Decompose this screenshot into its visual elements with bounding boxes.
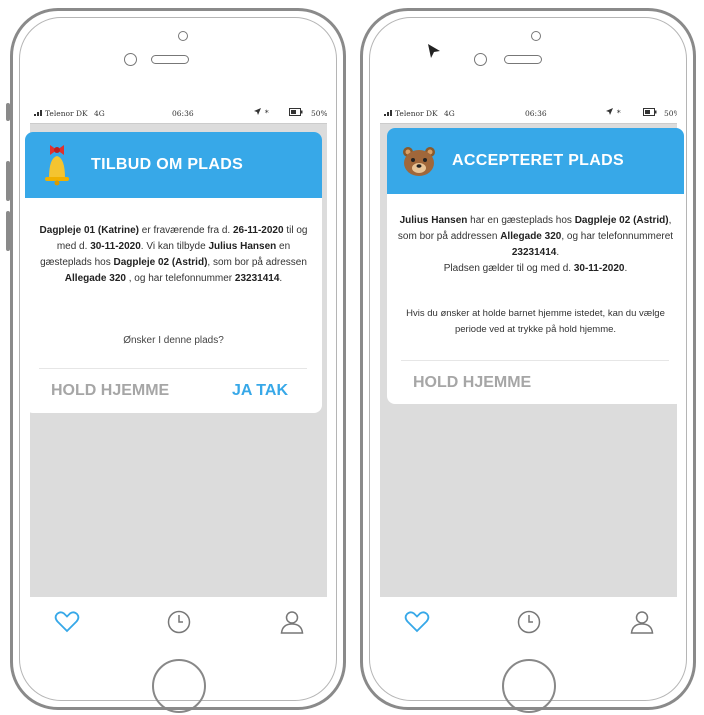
hold-home-button[interactable]: HOLD HJEMME bbox=[51, 382, 169, 400]
phone-right: Telenor DK 4G 06:36 ∗ 50% bbox=[360, 8, 696, 713]
carrier-label: Telenor DK bbox=[45, 109, 88, 118]
bell-icon bbox=[42, 144, 72, 191]
divider bbox=[39, 368, 307, 369]
message-text: , og har telefonnummer bbox=[125, 273, 235, 284]
accept-button[interactable]: JA TAK bbox=[232, 382, 288, 400]
card-title: ACCEPTERET PLADS bbox=[452, 152, 624, 169]
bear-icon bbox=[401, 145, 437, 182]
card-header: TILBUD OM PLADS bbox=[25, 132, 322, 198]
child-name: Julius Hansen bbox=[208, 241, 277, 252]
message-text: , og har telefonnummeret bbox=[561, 231, 674, 242]
hold-home-note: Hvis du ønsker at holde barnet hjemme is… bbox=[406, 308, 665, 335]
network-label: 4G bbox=[94, 109, 105, 118]
divider bbox=[401, 360, 669, 361]
child-name: Julius Hansen bbox=[399, 215, 468, 226]
bluetooth-icon: ∗ bbox=[264, 107, 270, 116]
phone-left: Telenor DK 4G 06:36 ∗ 50% TILBUD OM PLAD… bbox=[6, 8, 346, 713]
phone-number: 23231414 bbox=[511, 247, 557, 258]
offer-question: Ønsker I denne plads? bbox=[123, 335, 224, 346]
message-text: har en gæsteplads hos bbox=[467, 215, 575, 226]
location-icon bbox=[605, 107, 614, 118]
user-icon[interactable] bbox=[629, 609, 655, 635]
message-text: Pladsen gælder til og med d. bbox=[443, 263, 574, 274]
signal-icon bbox=[384, 109, 394, 118]
guest-daycare: Dagpleje 02 (Astrid) bbox=[113, 257, 208, 268]
location-icon bbox=[253, 107, 262, 118]
network-label: 4G bbox=[444, 109, 455, 118]
status-bar: Telenor DK 4G 06:36 ∗ 50% bbox=[30, 102, 327, 124]
bluetooth-icon: ∗ bbox=[616, 107, 622, 116]
message-text: . bbox=[556, 247, 560, 258]
earpiece-speaker bbox=[151, 55, 189, 64]
side-button bbox=[6, 161, 10, 201]
battery-icon bbox=[643, 108, 657, 118]
clock-time: 06:36 bbox=[525, 109, 547, 118]
card-title: TILBUD OM PLADS bbox=[91, 156, 244, 173]
side-button bbox=[6, 211, 10, 251]
home-button[interactable] bbox=[152, 659, 206, 713]
message-text: . bbox=[624, 263, 628, 274]
clock-icon[interactable] bbox=[516, 609, 542, 635]
card-header: ACCEPTERET PLADS bbox=[387, 128, 684, 194]
front-camera bbox=[474, 53, 487, 66]
front-sensor bbox=[178, 31, 188, 41]
heart-icon[interactable] bbox=[404, 609, 430, 635]
tab-bar bbox=[380, 597, 677, 651]
battery-percent: 50% bbox=[664, 109, 677, 118]
accepted-message: Julius Hansen har en gæsteplads hos Dagp… bbox=[387, 213, 684, 277]
clock-time: 06:36 bbox=[172, 109, 194, 118]
end-date: 30-11-2020 bbox=[90, 241, 141, 252]
battery-percent: 50% bbox=[311, 109, 327, 118]
offer-message: Dagpleje 01 (Katrine) er fraværende fra … bbox=[25, 223, 322, 287]
message-text: , som bor på adressen bbox=[207, 257, 307, 268]
hold-home-button[interactable]: HOLD HJEMME bbox=[413, 374, 531, 392]
accepted-card: ACCEPTERET PLADS Julius Hansen har en gæ… bbox=[387, 128, 684, 404]
message-text: . bbox=[279, 273, 283, 284]
status-bar: Telenor DK 4G 06:36 ∗ 50% bbox=[380, 102, 677, 124]
start-date: 26-11-2020 bbox=[232, 225, 284, 236]
end-date: 30-11-2020 bbox=[573, 263, 625, 274]
guest-daycare: Dagpleje 02 (Astrid) bbox=[574, 215, 669, 226]
carrier-label: Telenor DK bbox=[395, 109, 438, 118]
offer-card: TILBUD OM PLADS Dagpleje 01 (Katrine) er… bbox=[25, 132, 322, 413]
heart-icon[interactable] bbox=[54, 609, 80, 635]
clock-icon[interactable] bbox=[166, 609, 192, 635]
battery-icon bbox=[289, 108, 303, 118]
current-daycare: Dagpleje 01 (Katrine) bbox=[39, 225, 140, 236]
earpiece-speaker bbox=[504, 55, 542, 64]
home-button[interactable] bbox=[502, 659, 556, 713]
message-text: . Vi kan tilbyde bbox=[140, 241, 209, 252]
signal-icon bbox=[34, 109, 44, 118]
address: Allegade 320 bbox=[500, 231, 562, 242]
cursor-icon bbox=[427, 43, 441, 64]
front-sensor bbox=[531, 31, 541, 41]
tab-bar bbox=[30, 597, 327, 651]
phone-number: 23231414 bbox=[234, 273, 280, 284]
side-button bbox=[6, 103, 10, 121]
address: Allegade 320 bbox=[64, 273, 126, 284]
message-text: er fraværende fra d. bbox=[139, 225, 233, 236]
user-icon[interactable] bbox=[279, 609, 305, 635]
front-camera bbox=[124, 53, 137, 66]
